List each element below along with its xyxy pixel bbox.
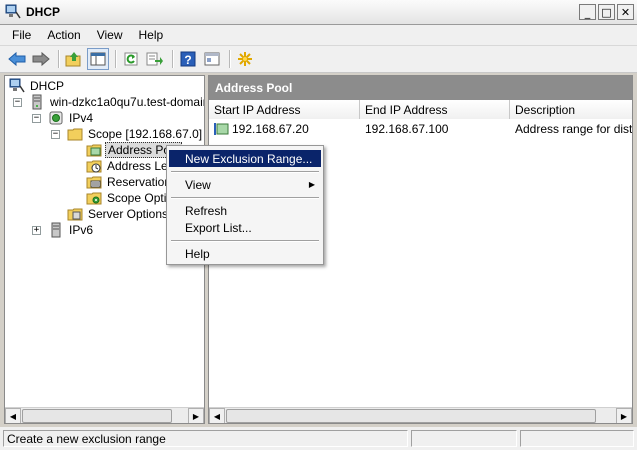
status-text: Create a new exclusion range	[3, 430, 409, 447]
menu-file[interactable]: File	[0, 28, 39, 42]
up-folder-icon	[65, 52, 81, 67]
scope-options-icon	[86, 192, 102, 205]
tree-node-ipv6[interactable]: IPv6	[48, 222, 95, 238]
dhcp-app-icon	[5, 4, 21, 19]
menu-item-view-label: View	[185, 177, 211, 192]
tree-node-dhcp[interactable]: DHCP	[9, 78, 66, 94]
forward-button[interactable]	[30, 48, 52, 70]
expander-server[interactable]: −	[13, 98, 22, 107]
maximize-button[interactable]: □	[598, 4, 615, 20]
show-hide-tree-button[interactable]	[87, 48, 109, 70]
export-list-icon	[146, 52, 163, 66]
address-pool-icon	[86, 144, 102, 157]
menu-item-new-exclusion-range[interactable]: New Exclusion Range...	[169, 150, 321, 167]
reservations-icon	[86, 176, 102, 189]
menu-bar: File Action View Help	[0, 25, 637, 46]
menu-item-help[interactable]: Help	[169, 245, 321, 262]
server-options-icon	[67, 208, 83, 221]
tree-node-server[interactable]: win-dzkc1a0qu7u.test-domain.a	[29, 94, 205, 110]
column-end-ip[interactable]: End IP Address	[360, 100, 510, 119]
tree-node-ipv4[interactable]: IPv4	[48, 110, 95, 126]
context-menu: New Exclusion Range... View ▶ Refresh Ex…	[166, 145, 324, 265]
ipv6-icon	[51, 222, 61, 238]
expander-ipv6[interactable]: +	[32, 226, 41, 235]
forward-arrow-icon	[32, 51, 50, 67]
toolbar: ?	[0, 46, 637, 73]
tree-node-scope-options[interactable]: Scope Optio	[86, 190, 175, 206]
cell-end-ip: 192.168.67.100	[365, 121, 449, 136]
tree-horizontal-scrollbar[interactable]: ◀ ▶	[5, 407, 204, 423]
scroll-right-button[interactable]: ▶	[188, 408, 204, 423]
address-leases-icon	[86, 160, 102, 173]
column-description[interactable]: Description	[510, 100, 632, 119]
address-range-icon	[214, 122, 229, 135]
close-button[interactable]: ✕	[617, 4, 634, 20]
scroll-right-button[interactable]: ▶	[616, 408, 632, 423]
tree-node-server-options[interactable]: Server Options	[67, 206, 170, 222]
toolbar-separator	[172, 50, 173, 68]
toolbar-separator	[115, 50, 116, 68]
tree-label: win-dzkc1a0qu7u.test-domain.a	[50, 95, 205, 109]
menu-separator	[171, 197, 319, 199]
folder-icon	[67, 128, 83, 141]
window-title: DHCP	[26, 5, 61, 19]
toolbar-separator	[229, 50, 230, 68]
refresh-button[interactable]	[120, 48, 142, 70]
expander-scope[interactable]: −	[51, 130, 60, 139]
tree-label: IPv6	[69, 223, 94, 237]
cell-start-ip: 192.168.67.20	[209, 122, 360, 136]
menu-item-refresh[interactable]: Refresh	[169, 202, 321, 219]
show-hide-tree-icon	[90, 52, 106, 66]
ipv4-icon	[49, 111, 63, 125]
help-button[interactable]: ?	[177, 48, 199, 70]
new-item-button[interactable]	[234, 48, 256, 70]
toolbar-separator	[58, 50, 59, 68]
minimize-button[interactable]: _	[579, 4, 596, 20]
scroll-left-button[interactable]: ◀	[209, 408, 225, 423]
refresh-icon	[124, 52, 138, 66]
menu-separator	[171, 240, 319, 242]
tree-node-scope[interactable]: Scope [192.168.67.0] D	[67, 126, 205, 142]
dhcp-root-icon	[9, 78, 25, 93]
menu-view[interactable]: View	[89, 28, 131, 42]
new-item-star-icon	[238, 52, 252, 66]
start-ip-text: 192.168.67.20	[232, 121, 309, 136]
status-panel-2	[411, 430, 518, 447]
scroll-thumb[interactable]	[226, 409, 596, 423]
up-one-level-button[interactable]	[63, 48, 85, 70]
export-list-button[interactable]	[144, 48, 166, 70]
svg-text:?: ?	[184, 53, 191, 67]
tree-label: Server Options	[88, 207, 169, 221]
help-icon: ?	[180, 51, 196, 67]
expander-ipv4[interactable]: −	[32, 114, 41, 123]
menu-help[interactable]: Help	[131, 28, 172, 42]
tree-label: Scope [192.168.67.0] D	[88, 127, 205, 141]
status-bar: Create a new exclusion range	[0, 427, 637, 450]
scroll-left-button[interactable]: ◀	[5, 408, 21, 423]
server-icon	[32, 94, 42, 110]
title-bar: DHCP _ □ ✕	[0, 0, 637, 25]
tree-label: Scope Optio	[107, 191, 174, 205]
menu-item-export-list[interactable]: Export List...	[169, 219, 321, 236]
cell-description: Address range for distrib	[515, 121, 633, 136]
column-start-ip[interactable]: Start IP Address	[209, 100, 360, 119]
properties-icon	[204, 52, 220, 66]
menu-action[interactable]: Action	[39, 28, 88, 42]
properties-button[interactable]	[201, 48, 223, 70]
menu-item-view[interactable]: View ▶	[169, 176, 321, 193]
submenu-arrow-icon: ▶	[308, 180, 315, 189]
tree-label: IPv4	[69, 111, 94, 125]
details-horizontal-scrollbar[interactable]: ◀ ▶	[209, 407, 632, 423]
status-panel-3	[520, 430, 634, 447]
tree-label: DHCP	[30, 79, 65, 93]
pane-header: Address Pool	[209, 76, 632, 100]
back-button[interactable]	[6, 48, 28, 70]
menu-separator	[171, 171, 319, 173]
back-arrow-icon	[8, 51, 26, 67]
column-headers: Start IP Address End IP Address Descript…	[209, 100, 632, 119]
table-row[interactable]: 192.168.67.20 192.168.67.100 Address ran…	[209, 120, 633, 137]
scroll-thumb[interactable]	[22, 409, 172, 423]
